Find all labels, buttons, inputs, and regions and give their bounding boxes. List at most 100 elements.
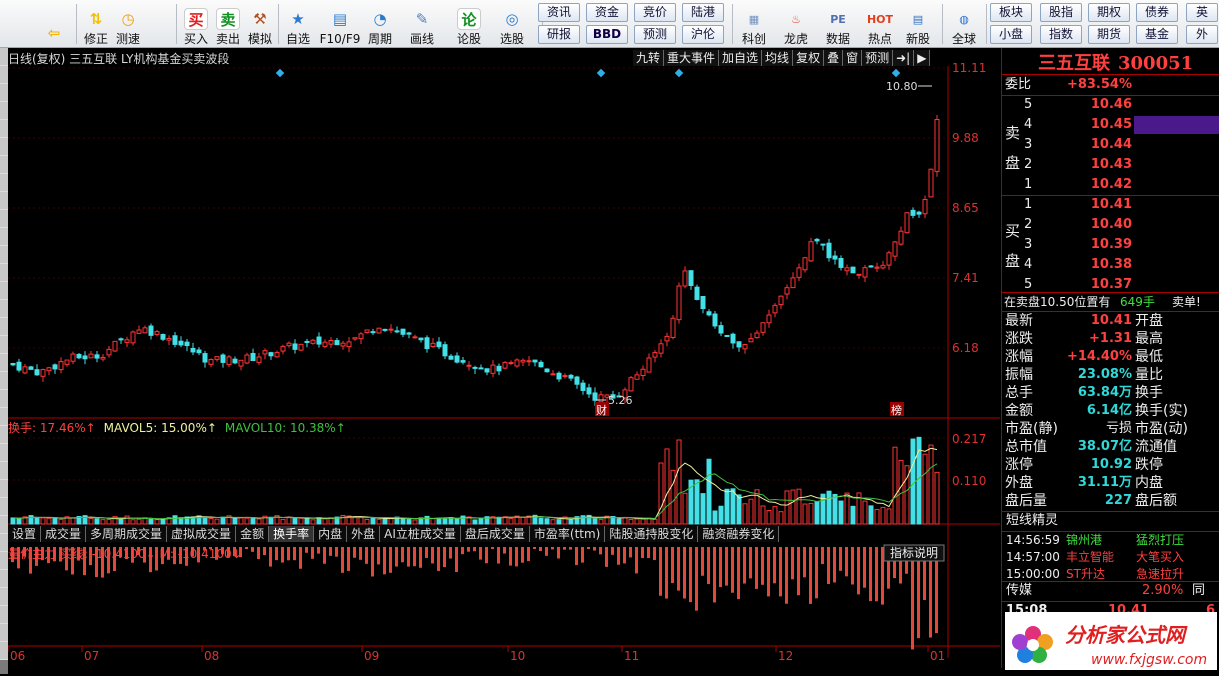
side-tab[interactable] [0,642,8,660]
side-tab[interactable] [0,192,8,210]
quick-button-资讯[interactable]: 资讯 [538,3,580,22]
toolbar-button-买入[interactable]: 买买入 [180,2,212,46]
ask-row[interactable]: 5 10.46 [1002,95,1219,115]
side-tab[interactable] [0,120,8,138]
side-tab[interactable] [0,282,8,300]
quick-button-英[interactable]: 英 [1186,3,1218,22]
toolbar-button-新股[interactable]: ▤ 新股 [900,2,936,47]
toolbar-button-修正[interactable]: ⇅ 修正 [80,2,112,46]
side-tab[interactable] [0,552,8,570]
side-tab[interactable] [0,102,8,120]
side-tab[interactable] [0,336,8,354]
side-tab[interactable] [0,516,8,534]
indicator-tab[interactable]: 多周期成交量 [86,526,168,542]
side-tab[interactable] [0,588,8,606]
indicator-tab[interactable]: 换手率 [269,526,315,542]
chart-menu-item[interactable]: 加自选 [719,50,763,66]
quick-button-板块[interactable]: 板块 [990,3,1032,22]
toolbar-button-自选[interactable]: ★ 自选 [282,2,314,46]
side-tab[interactable] [0,174,8,192]
toolbar-button-全球[interactable]: ◍ 全球 [946,2,982,47]
side-tab[interactable] [0,354,8,372]
ask-row[interactable]: 1 10.42 [1002,175,1219,195]
side-tab[interactable] [0,606,8,624]
sprite-title[interactable]: 短线精灵 [1002,511,1219,531]
chart-menu-item[interactable]: 窗 [843,50,863,66]
quick-button-研报[interactable]: 研报 [538,25,580,44]
side-tab[interactable] [0,66,8,84]
quick-button-陆港[interactable]: 陆港 [682,3,724,22]
indicator-tab[interactable]: 盘后成交量 [460,526,530,542]
chart-menu-item[interactable]: 复权 [793,50,825,66]
side-tab[interactable] [0,570,8,588]
chart-area[interactable]: 11.11 9.88 8.65 7.41 6.18 0.217 0.110 06 07 08 09 1… [7,48,1000,668]
side-tab[interactable] [0,156,8,174]
chart-menu-item[interactable]: 重大事件 [664,50,720,66]
side-tab[interactable] [0,390,8,408]
indicator-tab[interactable]: 外盘 [347,526,381,542]
side-tab[interactable] [0,426,8,444]
side-tab[interactable] [0,372,8,390]
side-tab[interactable] [0,624,8,642]
side-tab[interactable] [0,444,8,462]
toolbar-button-周期[interactable]: ◔ 周期 [364,2,396,46]
indicator-tab[interactable]: 金额 [236,526,270,542]
quick-button-指数[interactable]: 指数 [1040,25,1082,44]
toolbar-button-选股[interactable]: ◎ 选股 [496,2,528,46]
side-tab[interactable] [0,408,8,426]
indicator-tab[interactable]: 虚拟成交量 [167,526,237,542]
quick-button-期权[interactable]: 期权 [1088,3,1130,22]
sector-row[interactable]: 传媒 2.90% 同 [1002,581,1219,601]
toolbar-button-龙虎[interactable]: ♨ 龙虎 [778,2,814,47]
indicator-tab[interactable]: 内盘 [314,526,348,542]
chart-menu-item[interactable]: 九转 [633,50,665,66]
side-tab[interactable] [0,300,8,318]
bid-row[interactable]: 3 10.39 [1002,235,1219,255]
indicator-tab[interactable]: 陆股通持股变化 [605,526,699,542]
bid-row[interactable]: 2 10.40 [1002,215,1219,235]
quick-button-小盘[interactable]: 小盘 [990,25,1032,44]
quick-button-沪伦[interactable]: 沪伦 [682,25,724,44]
kline-chart[interactable]: 11.11 9.88 8.65 7.41 6.18 0.217 0.110 06 07 08 09 1… [7,48,1000,668]
toolbar-button-科创[interactable]: ▦ 科创 [736,2,772,47]
chart-menu-item[interactable]: 预测 [862,50,894,66]
chart-menu-item[interactable]: ▶ [914,50,931,66]
indicator-tab[interactable]: 融资融券变化 [698,526,780,542]
indicator-tab[interactable]: 市盈率(ttm) [529,526,606,542]
toolbar-button-模拟[interactable]: ⚒ 模拟 [244,2,276,46]
side-tab[interactable] [0,48,8,66]
side-tab[interactable] [0,228,8,246]
bid-row[interactable]: 4 10.38 [1002,255,1219,275]
ask-row[interactable]: 2 10.43 [1002,155,1219,175]
side-tab[interactable] [0,210,8,228]
side-tab[interactable] [0,318,8,336]
toolbar-button-画线[interactable]: ✎ 画线 [406,2,438,46]
toolbar-button-论股[interactable]: 论论股 [453,2,485,46]
ask-row[interactable]: 4 10.45 [1002,115,1219,135]
quick-button-股指[interactable]: 股指 [1040,3,1082,22]
side-tab[interactable] [0,84,8,102]
sprite-row[interactable]: 14:57:00 丰立智能 大笔买入 [1002,549,1219,566]
ask-row[interactable]: 3 10.44 [1002,135,1219,155]
quick-button-预测[interactable]: 预测 [634,25,676,44]
toolbar-button-卖出[interactable]: 卖卖出 [212,2,244,46]
bid-row[interactable]: 1 10.41 [1002,195,1219,215]
quick-button-基金[interactable]: 基金 [1136,25,1178,44]
toolbar-button-测速[interactable]: ◷ 测速 [112,2,144,46]
toolbar-button-back[interactable]: ⇦ [38,2,70,46]
chart-menu-item[interactable]: 叠 [824,50,844,66]
quick-button-债券[interactable]: 债券 [1136,3,1178,22]
side-tab[interactable] [0,138,8,156]
sprite-row[interactable]: 14:56:59 锦州港 猛烈打压 [1002,532,1219,549]
side-tab[interactable] [0,246,8,264]
quick-button-资金[interactable]: 资金 [586,3,628,22]
side-tab[interactable] [0,498,8,516]
side-tab[interactable] [0,462,8,480]
chart-menu-item[interactable]: 均线 [762,50,794,66]
quick-button-外[interactable]: 外 [1186,25,1218,44]
side-tab[interactable] [0,534,8,552]
toolbar-button-热点[interactable]: HOT 热点 [862,2,898,47]
indicator-tab[interactable]: 成交量 [41,526,87,542]
side-tab[interactable] [0,264,8,282]
chart-menu-item[interactable]: ➜| [893,50,915,66]
